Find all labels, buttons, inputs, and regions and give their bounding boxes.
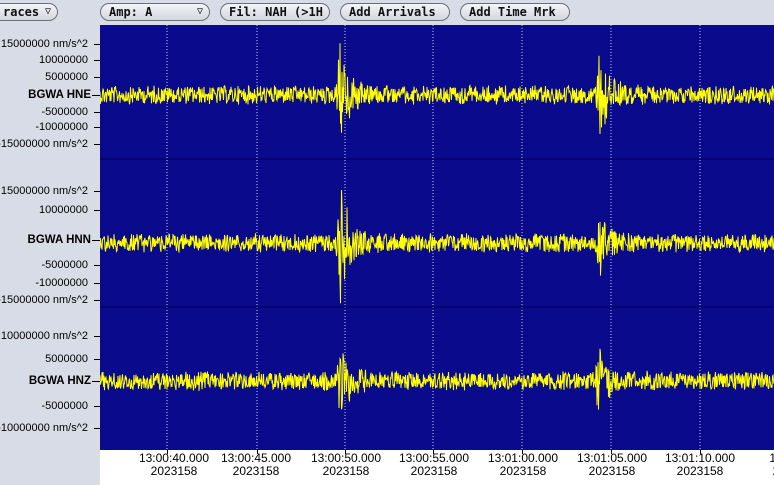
add-arrivals-button[interactable]: Add Arrivals (340, 3, 450, 21)
seismic-trace-hne (100, 43, 774, 135)
time-axis-label: 13:01:05.000 2023158 (567, 452, 657, 478)
amplitude-axis-label: 5000000 (45, 353, 88, 365)
filter-dropdown-label: Fil: NAH (>1H (229, 5, 323, 19)
time-axis-label: 13:00:45.000 2023158 (211, 452, 301, 478)
amplitude-axis-label: -5000000 (41, 259, 89, 271)
zero-tick (92, 95, 100, 96)
amplitude-dropdown-label: Amp: A (109, 5, 153, 19)
zero-tick (92, 240, 100, 241)
channel-label: BGWA HNZ (28, 375, 91, 387)
traces-dropdown[interactable]: races ▽ (0, 3, 58, 21)
filter-dropdown[interactable]: Fil: NAH (>1H (220, 3, 330, 21)
traces-dropdown-label: races (3, 5, 40, 19)
amplitude-axis-label: -10000000 (35, 277, 88, 289)
time-axis: 13:00:40.000 2023158 13:00:45.000 2023158 13… (100, 450, 774, 485)
time-axis-label: 13:01:00.000 2023158 (478, 452, 568, 478)
time-axis-label: 132 (731, 452, 774, 478)
seismic-trace-hnz (100, 348, 774, 410)
amplitude-axis-label: 15000000 nm/s^2 (0, 185, 88, 197)
add-time-mark-label: Add Time Mrk (469, 5, 556, 19)
add-arrivals-label: Add Arrivals (349, 5, 436, 19)
amplitude-axis-label: -10000000 (35, 121, 88, 133)
amplitude-axis-label: 10000000 (39, 204, 88, 216)
channel-label: BGWA HNN (27, 234, 91, 246)
time-axis-label: 13:00:50.000 2023158 (301, 452, 391, 478)
dropdown-triangle-icon: ▽ (44, 6, 51, 17)
seismic-trace-hnn (100, 189, 774, 304)
time-label-date: 2023158 (322, 464, 370, 478)
time-tick (611, 450, 612, 454)
channel-label: BGWA HNE (28, 89, 91, 101)
time-tick (345, 450, 346, 454)
amplitude-dropdown[interactable]: Amp: A ▽ (100, 3, 210, 21)
time-label-date: 2023158 (588, 464, 636, 478)
amplitude-axis-label: -5000000 (41, 400, 89, 412)
amplitude-axis-label: 5000000 (45, 71, 88, 83)
time-tick (257, 450, 258, 454)
add-time-mark-button[interactable]: Add Time Mrk (460, 3, 570, 21)
time-label-date: 2023158 (232, 464, 280, 478)
amplitude-axis-label: -10000000 nm/s^2 (0, 422, 88, 434)
time-tick (433, 450, 434, 454)
amplitude-axis-label: 10000000 (39, 54, 88, 66)
amplitude-axis-label: 10000000 nm/s^2 (0, 330, 88, 342)
time-label-date: 2023158 (499, 464, 547, 478)
time-axis-label: 13:00:40.000 2023158 (129, 452, 219, 478)
zero-tick (92, 381, 100, 382)
amplitude-axis-label: -5000000 (41, 106, 89, 118)
amplitude-axis-label: -15000000 nm/s^2 (0, 294, 88, 306)
dropdown-triangle-icon: ▽ (196, 6, 203, 17)
time-label-date: 2 (731, 465, 774, 478)
time-tick (167, 450, 168, 454)
time-tick (700, 450, 701, 454)
waveform-canvas (100, 25, 774, 450)
time-label-time: 13 (769, 451, 774, 465)
waveform-plot-area[interactable] (100, 25, 774, 450)
time-label-date: 2023158 (150, 464, 198, 478)
time-label-date: 2023158 (410, 464, 458, 478)
time-tick (522, 450, 523, 454)
toolbar: races ▽ Amp: A ▽ Fil: NAH (>1H Add Arriv… (0, 0, 774, 24)
time-axis-label: 13:00:55.000 2023158 (389, 452, 479, 478)
amplitude-axis-label: -15000000 nm/s^2 (0, 138, 88, 150)
amplitude-axis-label: 15000000 nm/s^2 (0, 38, 88, 50)
trace-axis-panel: 15000000 nm/s^2 10000000 5000000 -5000000 -1… (0, 25, 100, 450)
